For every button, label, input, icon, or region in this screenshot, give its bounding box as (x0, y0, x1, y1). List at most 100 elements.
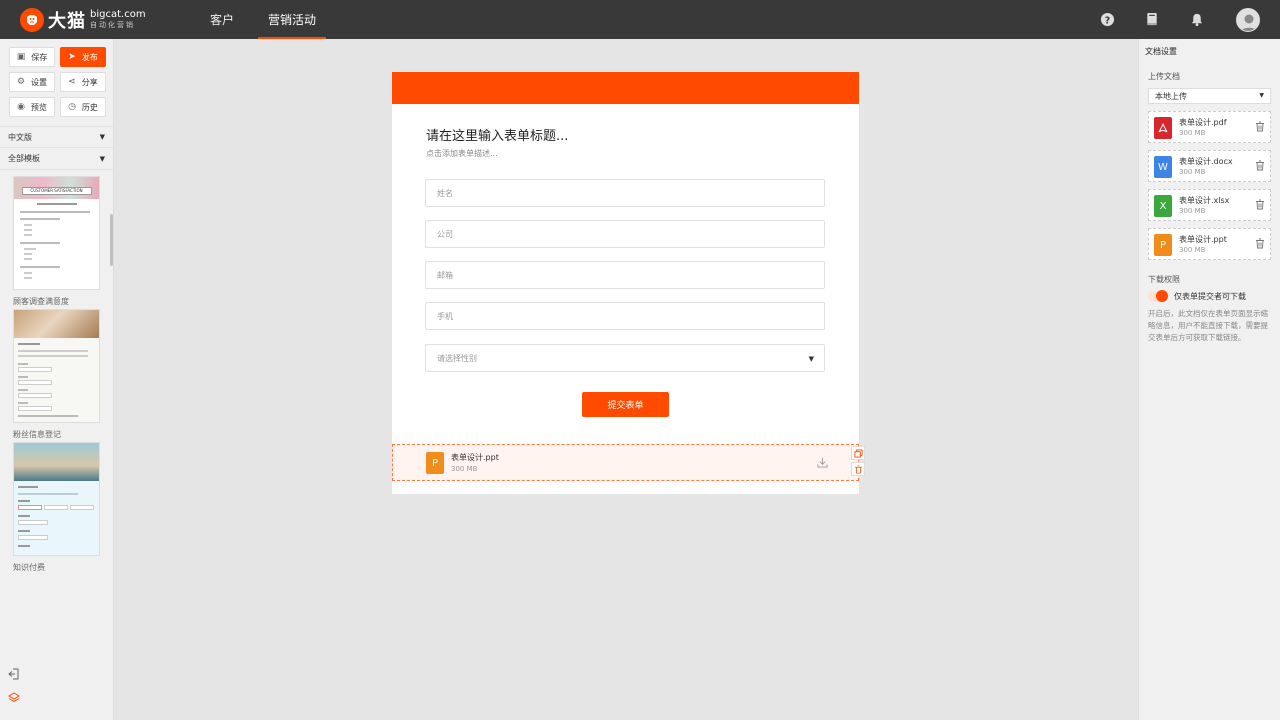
save-label: 保存 (31, 52, 48, 62)
toggle-label: 仅表单提交者可下载 (1174, 292, 1246, 301)
preview-label: 预览 (30, 102, 47, 112)
file-size: 300 MB (1179, 246, 1206, 254)
permission-note: 开启后，此文档仅在表单页面显示缩略信息，用户不能直接下载，需要提交表单后方可获取… (1148, 309, 1268, 342)
trash-icon[interactable] (1255, 199, 1265, 213)
download-permission-toggle[interactable] (1148, 290, 1168, 302)
tiger-logo-icon (20, 7, 44, 32)
trash-icon[interactable] (1255, 238, 1265, 252)
publish-button[interactable]: ➤ 发布 (60, 47, 106, 67)
excel-file-icon: X (1154, 195, 1172, 217)
upload-label: 上传文档 (1148, 72, 1180, 81)
template-thumbnail: CUSTOMER SATISFACTION (13, 176, 100, 290)
book-icon[interactable] (1143, 11, 1161, 29)
caret-down-icon: ▼ (1259, 92, 1264, 99)
nav-item-campaigns[interactable]: 营销活动 (258, 0, 327, 39)
file-name: 表单设计.pdf (1179, 118, 1227, 127)
name-field[interactable]: 姓名 (425, 179, 825, 207)
file-name: 表单设计.ppt (1179, 235, 1227, 244)
file-item[interactable]: X 表单设计.xlsx 300 MB (1148, 189, 1271, 221)
template-label: 粉丝信息登记 (13, 430, 61, 439)
download-permission-label: 下载权限 (1148, 275, 1180, 284)
company-field[interactable]: 公司 (425, 220, 825, 248)
form-card: 请在这里输入表单标题... 点击添加表单描述... 姓名 公司 邮箱 手机 请选… (392, 72, 859, 494)
gender-select-placeholder: 请选择性别 (437, 353, 477, 363)
submit-button[interactable]: 提交表单 (582, 392, 669, 417)
help-icon[interactable]: ? (1098, 11, 1116, 29)
pdf-file-icon (1154, 117, 1172, 139)
clock-icon: ◷ (68, 102, 76, 112)
file-item[interactable]: W 表单设计.docx 300 MB (1148, 150, 1271, 182)
main-nav: 客户 营销活动 (200, 0, 340, 39)
right-panel: 文档设置 上传文档 本地上传 ▼ 表单设计.pdf 300 MB W 表单设计.… (1138, 39, 1280, 720)
settings-label: 设置 (31, 77, 48, 87)
save-icon: ▣ (16, 52, 26, 62)
history-label: 历史 (81, 102, 98, 112)
file-item[interactable]: P 表单设计.ppt 300 MB (1148, 228, 1271, 260)
trash-icon[interactable] (1255, 121, 1265, 135)
thumbnail-banner-text: CUSTOMER SATISFACTION (21, 187, 92, 195)
trash-icon[interactable] (1255, 160, 1265, 174)
preview-button[interactable]: ◉ 预览 (9, 97, 55, 117)
nav-item-customers[interactable]: 客户 (200, 0, 244, 39)
user-avatar[interactable] (1236, 7, 1260, 32)
bell-icon[interactable] (1188, 11, 1206, 29)
template-label: 顾客调查满意度 (13, 297, 69, 306)
template-filter-select[interactable]: 全部模板 ▼ (0, 148, 113, 170)
panel-title: 文档设置 (1145, 47, 1177, 56)
upload-source-select[interactable]: 本地上传 ▼ (1148, 88, 1271, 104)
form-title[interactable]: 请在这里输入表单标题... (426, 125, 568, 144)
eye-icon: ◉ (17, 102, 25, 112)
share-button[interactable]: ⋖ 分享 (60, 72, 106, 92)
brand-logo[interactable]: 大猫 bigcat.com 自动化营销 (20, 7, 180, 33)
template-thumbnail (13, 309, 100, 423)
top-bar: 大猫 bigcat.com 自动化营销 客户 营销活动 ? (0, 0, 1280, 39)
sidebar-scrollbar[interactable] (110, 214, 113, 266)
gear-icon: ⚙ (16, 77, 26, 87)
share-label: 分享 (81, 77, 98, 87)
file-size: 300 MB (1179, 129, 1206, 137)
file-name: 表单设计.docx (1179, 157, 1233, 166)
ppt-file-icon: P (426, 452, 444, 474)
editor-canvas: 请在这里输入表单标题... 点击添加表单描述... 姓名 公司 邮箱 手机 请选… (115, 39, 1138, 720)
template-card[interactable]: 知识付费 (13, 442, 100, 573)
ppt-file-icon: P (1154, 234, 1172, 256)
file-size: 300 MB (1179, 207, 1206, 215)
caret-down-icon: ▼ (99, 133, 105, 141)
copy-icon[interactable] (851, 446, 865, 460)
file-size: 300 MB (1179, 168, 1206, 176)
template-card[interactable]: 粉丝信息登记 (13, 309, 100, 440)
template-card[interactable]: CUSTOMER SATISFACTION 顾客调查满意度 (13, 176, 100, 307)
email-field[interactable]: 邮箱 (425, 261, 825, 289)
template-label: 知识付费 (13, 563, 45, 572)
brand-name: 大猫 (48, 10, 86, 32)
history-button[interactable]: ◷ 历史 (60, 97, 106, 117)
attachment-name: 表单设计.ppt (451, 453, 499, 462)
template-filter-value: 全部模板 (8, 154, 40, 163)
phone-field[interactable]: 手机 (425, 302, 825, 330)
file-name: 表单设计.xlsx (1179, 196, 1230, 205)
form-description[interactable]: 点击添加表单描述... (426, 148, 498, 159)
send-icon: ➤ (68, 52, 76, 62)
attachment-block[interactable]: P 表单设计.ppt 300 MB (392, 444, 859, 481)
publish-label: 发布 (81, 52, 98, 62)
word-file-icon: W (1154, 156, 1172, 178)
download-icon[interactable] (817, 457, 828, 471)
settings-button[interactable]: ⚙ 设置 (9, 72, 55, 92)
file-item[interactable]: 表单设计.pdf 300 MB (1148, 111, 1271, 143)
template-list: CUSTOMER SATISFACTION 顾客调查满意度 粉丝信息登记 知识付… (0, 170, 113, 573)
brand-tagline: 自动化营销 (90, 21, 135, 29)
exit-icon[interactable] (8, 668, 20, 680)
layers-icon[interactable] (8, 692, 20, 704)
save-button[interactable]: ▣ 保存 (9, 47, 55, 67)
share-icon: ⋖ (68, 77, 76, 87)
caret-down-icon: ▼ (808, 355, 814, 363)
delete-icon[interactable] (851, 462, 865, 476)
svg-text:?: ? (1104, 15, 1109, 26)
caret-down-icon: ▼ (99, 154, 105, 163)
form-header-banner[interactable] (392, 72, 859, 104)
language-select[interactable]: 中文版 ▼ (0, 126, 113, 148)
template-thumbnail (13, 442, 100, 556)
brand-domain: bigcat.com (90, 9, 146, 20)
gender-select[interactable]: 请选择性别 ▼ (425, 344, 825, 372)
left-sidebar: ▣ 保存 ➤ 发布 ⚙ 设置 ⋖ 分享 ◉ 预览 ◷ 历史 中文版 ▼ 全部模板 ▼ CUS… (0, 39, 114, 720)
